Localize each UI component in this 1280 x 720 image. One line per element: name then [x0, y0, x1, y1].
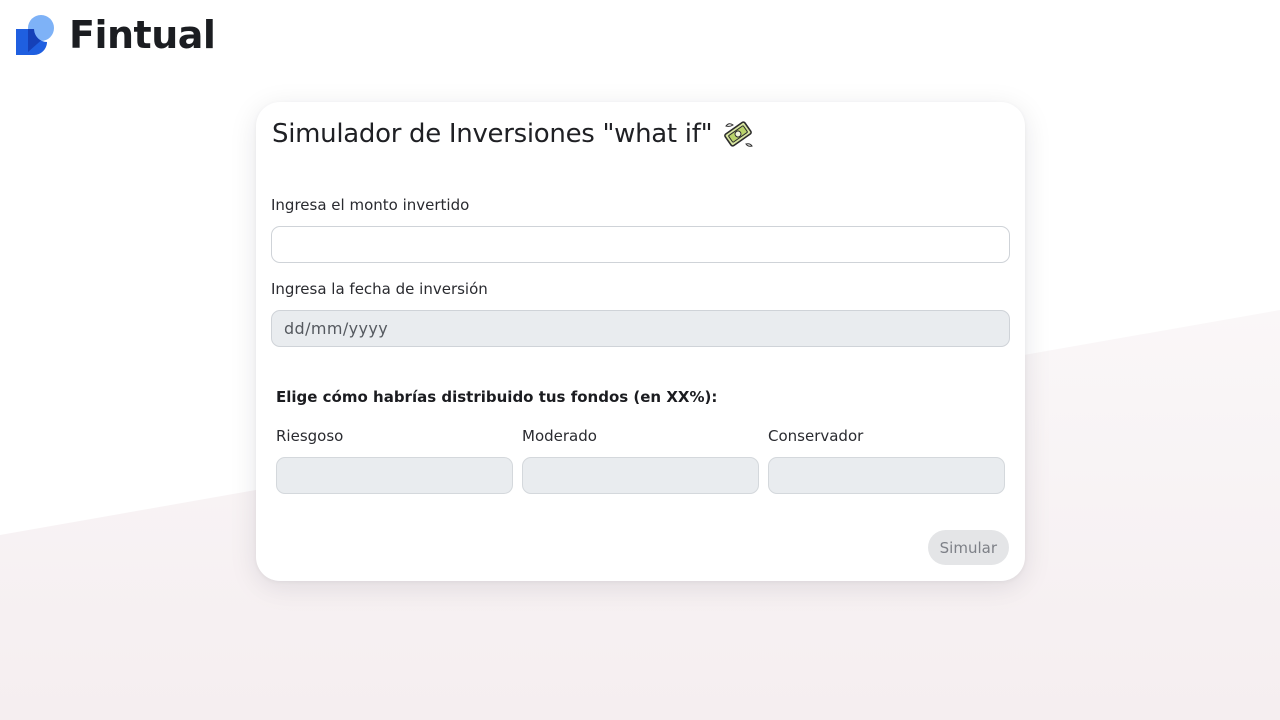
amount-input[interactable]	[271, 226, 1010, 263]
simulate-button[interactable]: Simular	[927, 530, 1009, 565]
fund-label-conservador: Conservador	[768, 427, 864, 445]
fund-conservador: Conservador	[768, 427, 1005, 494]
fintual-logo-icon	[16, 15, 54, 55]
fund-input-moderado[interactable]	[522, 457, 759, 494]
page-title-text: Simulador de Inversiones "what if"	[272, 119, 713, 149]
page-title: Simulador de Inversiones "what if"	[272, 118, 754, 150]
date-placeholder: dd/mm/yyyy	[284, 319, 389, 338]
date-label: Ingresa la fecha de inversión	[271, 280, 488, 298]
amount-label: Ingresa el monto invertido	[271, 196, 470, 214]
fund-moderado: Moderado	[522, 427, 759, 494]
brand-name: Fintual	[69, 13, 216, 57]
simulator-card: Simulador de Inversiones "what if" Ingre…	[256, 102, 1025, 581]
fund-input-riesgoso[interactable]	[276, 457, 513, 494]
distribution-heading: Elige cómo habrías distribuido tus fondo…	[276, 388, 718, 406]
fund-riesgoso: Riesgoso	[276, 427, 513, 494]
fund-input-conservador[interactable]	[768, 457, 1005, 494]
brand-header[interactable]: Fintual	[15, 13, 216, 57]
card-footer-divider	[256, 516, 1025, 517]
fund-label-riesgoso: Riesgoso	[276, 427, 344, 445]
date-input[interactable]: dd/mm/yyyy	[271, 310, 1010, 347]
fund-label-moderado: Moderado	[522, 427, 597, 445]
money-with-wings-icon	[724, 121, 754, 147]
